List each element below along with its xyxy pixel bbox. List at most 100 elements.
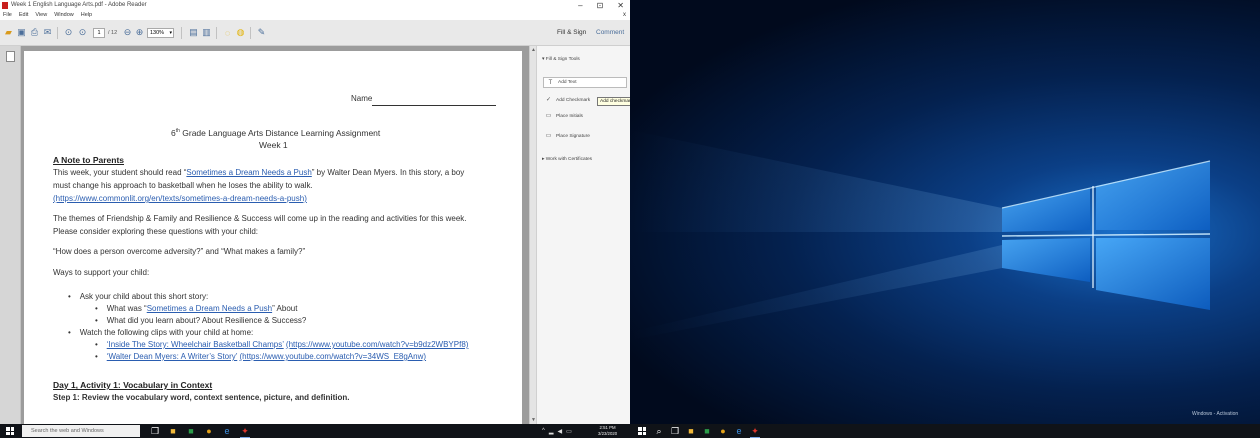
clock-date: 3/23/2020 <box>598 430 618 436</box>
list-text: Watch the following clips with your chil… <box>79 328 254 337</box>
tool-label: Add Checkmark <box>556 97 591 103</box>
acrobat-taskbar-icon[interactable]: ✦ <box>240 426 250 438</box>
windows-start-icon[interactable] <box>6 427 14 435</box>
fit-width-icon[interactable]: ▥ <box>201 27 212 38</box>
add-text-tool[interactable]: T Add Text <box>543 77 627 88</box>
name-label: Name <box>351 94 373 103</box>
fill-sign-tab[interactable]: Fill & Sign <box>557 28 586 38</box>
close-document-button[interactable]: x <box>623 11 626 20</box>
task-view-icon[interactable]: ❐ <box>670 426 680 436</box>
comment-tab[interactable]: Comment <box>596 28 624 38</box>
chevron-down-icon: ▾ <box>169 30 172 36</box>
clip2-title-link[interactable]: ‘Walter Dean Myers: A Writer’s Story’ <box>107 352 238 361</box>
print-icon[interactable]: ⎙ <box>29 27 40 38</box>
zoom-out-icon[interactable]: ⊖ <box>122 27 133 38</box>
edge-icon[interactable]: e <box>734 426 744 436</box>
place-signature-tool[interactable]: ▭ Place Signature <box>545 133 590 139</box>
fit-page-icon[interactable]: ▤ <box>188 27 199 38</box>
menu-edit[interactable]: Edit <box>19 11 28 20</box>
name-underline <box>372 97 497 106</box>
file-explorer-icon[interactable]: ■ <box>686 426 696 436</box>
list-item: • Watch the following clips with your ch… <box>68 328 254 337</box>
title-rest: Grade Language Arts Distance Learning As… <box>179 127 381 138</box>
taskbar-search-input[interactable]: Search the web and Windows <box>22 425 140 437</box>
menu-help[interactable]: Help <box>81 11 92 20</box>
page-number-input[interactable]: 1 <box>93 28 105 38</box>
clip1-title-link[interactable]: ‘Inside The Story: Wheelchair Basketball… <box>107 340 284 349</box>
minimize-button[interactable]: – <box>578 0 582 11</box>
step-line: Step 1: Review the vocabulary word, cont… <box>53 392 350 405</box>
open-folder-icon[interactable]: ▰ <box>3 27 14 38</box>
network-icon[interactable]: ▂ <box>549 428 554 435</box>
add-checkmark-tool[interactable]: ✓ Add Checkmark <box>545 97 590 103</box>
email-icon[interactable]: ✉ <box>42 27 53 38</box>
edge-icon[interactable]: e <box>222 426 232 436</box>
week-label: Week 1 <box>259 140 288 150</box>
comment-bubble-icon[interactable]: ◌ <box>222 27 233 38</box>
maximize-button[interactable]: ⊡ <box>597 0 604 11</box>
list-text: What was “ <box>106 304 147 313</box>
fill-sign-tools-header[interactable]: ▾ Fill & Sign Tools <box>542 57 580 62</box>
note-heading: A Note to Parents <box>53 155 125 165</box>
list-item: • What did you learn about? About Resili… <box>95 316 307 325</box>
clip2-url-link[interactable]: (https://www.youtube.com/watch?v=34WS_E8… <box>240 352 427 361</box>
zoom-in-icon[interactable]: ⊕ <box>134 27 145 38</box>
tool-label: Add Text <box>558 80 577 85</box>
keyboard-icon[interactable]: ▭ <box>566 428 572 435</box>
menu-view[interactable]: View <box>35 11 47 20</box>
paragraph-line: This week, your student should read “Som… <box>53 167 464 180</box>
paragraph-line: Please consider exploring these question… <box>53 227 259 236</box>
previous-page-icon[interactable]: ⊙ <box>63 27 74 38</box>
tooltip: Add checkmark <box>597 97 630 106</box>
windows-desktop: Windows - Activation <box>630 0 1260 424</box>
taskbar-secondary: ⌕ ❐ ■ ■ ● e ✦ <box>630 424 1260 438</box>
commonlit-url-link[interactable]: (https://www.commonlit.org/en/texts/some… <box>53 193 307 206</box>
acrobat-reader-window: Week 1 English Language Arts.pdf - Adobe… <box>0 0 630 424</box>
document-viewport[interactable]: Name 6th Grade Language Arts Distance Le… <box>21 46 529 424</box>
list-item: • ‘Walter Dean Myers: A Writer’s Story’ … <box>95 352 427 361</box>
story-link[interactable]: Sometimes a Dream Needs a Push <box>186 168 311 177</box>
menu-bar: File Edit View Window Help x <box>0 11 630 20</box>
highlight-icon[interactable]: ◍ <box>235 27 246 38</box>
clip1-url-link[interactable]: (https://www.youtube.com/watch?v=b9dz2WB… <box>286 340 469 349</box>
zoom-value: 130% <box>150 30 165 36</box>
excel-icon[interactable]: ■ <box>702 426 712 436</box>
save-icon[interactable]: ▣ <box>16 27 27 38</box>
system-tray: ^ ▂ ◀ ▭ <box>542 424 572 438</box>
next-page-icon[interactable]: ⊙ <box>77 27 88 38</box>
document-scrollbar[interactable]: ▲ ▼ <box>529 46 536 424</box>
toolbar-separator <box>216 27 217 39</box>
list-text: Ask your child about this short story: <box>79 292 209 301</box>
menu-file[interactable]: File <box>3 11 12 20</box>
chrome-icon[interactable]: ● <box>204 426 214 436</box>
close-button[interactable]: ✕ <box>617 0 624 11</box>
windows-start-icon[interactable] <box>638 427 646 435</box>
task-view-icon[interactable]: ❐ <box>150 426 160 436</box>
navigation-pane <box>0 46 21 424</box>
toolbar-separator <box>57 27 58 39</box>
search-icon[interactable]: ⌕ <box>654 426 664 436</box>
list-item: • What was “Sometimes a Dream Needs a Pu… <box>95 304 298 313</box>
acrobat-taskbar-icon[interactable]: ✦ <box>750 426 760 438</box>
menu-window[interactable]: Window <box>54 11 74 20</box>
paragraph-line: “How does a person overcome adversity?” … <box>53 247 306 256</box>
text-span: This week, your student should read “ <box>53 168 187 177</box>
zoom-select[interactable]: 130% ▾ <box>147 28 174 38</box>
chevron-up-icon[interactable]: ^ <box>542 428 545 434</box>
assignment-title: 6th Grade Language Arts Distance Learnin… <box>171 125 380 139</box>
file-explorer-icon[interactable]: ■ <box>168 426 178 436</box>
name-field: Name <box>351 93 497 106</box>
taskbar-clock[interactable]: 2:51 PM 3/23/2020 <box>598 425 617 436</box>
excel-icon[interactable]: ■ <box>186 426 196 436</box>
checkmark-icon: ✓ <box>545 97 552 103</box>
sign-pen-icon[interactable]: ✎ <box>256 27 267 38</box>
page-thumbnails-icon[interactable] <box>6 51 15 62</box>
work-with-certificates-header[interactable]: ▸ Work with Certificates <box>542 157 592 162</box>
story-link[interactable]: Sometimes a Dream Needs a Push <box>147 304 272 313</box>
window-controls: – ⊡ ✕ <box>578 0 624 11</box>
place-initials-tool[interactable]: ▭ Place Initials <box>545 113 583 119</box>
chrome-icon[interactable]: ● <box>718 426 728 436</box>
volume-icon[interactable]: ◀ <box>557 428 562 435</box>
paragraph-line: Ways to support your child: <box>53 268 150 277</box>
list-text: What did you learn about? About Resilien… <box>106 316 307 325</box>
